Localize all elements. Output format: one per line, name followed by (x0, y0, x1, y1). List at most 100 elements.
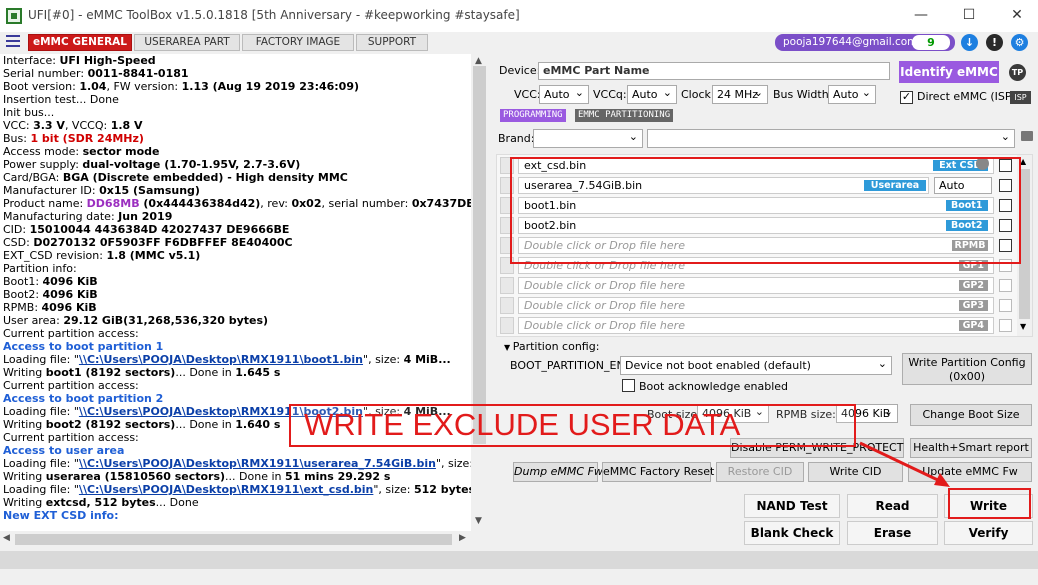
settings-gear-icon[interactable]: ⚙ (1011, 34, 1028, 51)
log-text: UFI High-Speed (59, 54, 156, 67)
vccq-label: VCCq: (593, 88, 627, 101)
boot-ack-label: Boot acknowledge enabled (639, 380, 788, 393)
emmc-factory-reset-button[interactable]: eMMC Factory Reset (602, 462, 714, 482)
log-horizontal-scrollbar[interactable]: ◀ ▶ (0, 531, 471, 548)
log-text: (0x444436384d42) (139, 197, 261, 210)
log-text: 15010044 4436384D 42027437 DE9666BE (29, 223, 290, 236)
brand-label: Brand: (498, 132, 535, 145)
subtab-emmc-partitioning[interactable]: EMMC PARTITIONING (575, 109, 674, 122)
log-text: Boot1: (3, 275, 43, 288)
log-line: Loading file: "\\C:\Users\POOJA\Desktop\… (3, 353, 471, 366)
log-text: CSD: (3, 236, 34, 249)
log-line: Product name: DD68MB (0x444436384d42), r… (3, 197, 471, 210)
log-line: Loading file: "\\C:\Users\POOJA\Desktop\… (3, 483, 471, 496)
vcc-select[interactable]: Auto (539, 84, 589, 104)
log-text: Manufacturer ID: (3, 184, 100, 197)
log-line: Loading file: "\\C:\Users\POOJA\Desktop\… (3, 457, 471, 470)
vcc-label: VCC: (514, 88, 541, 101)
log-file-link[interactable]: \\C:\Users\POOJA\Desktop\RMX1911\ext_csd… (79, 483, 373, 496)
boot-partition-select[interactable]: Device not boot enabled (default) (620, 355, 892, 375)
model-select[interactable] (647, 128, 1015, 148)
isp-icon[interactable]: ISP (1010, 91, 1031, 104)
bus-width-select[interactable]: Auto (828, 84, 876, 104)
nand-test-button[interactable]: NAND Test (744, 494, 840, 518)
tab-factory-image[interactable]: FACTORY IMAGE (242, 34, 354, 51)
log-text: D0270132 0F5903FF F6DBFFEF 8E40400C (33, 236, 293, 249)
boot-partition-label: BOOT_PARTITION_EN (510, 359, 625, 372)
log-line: Partition info: (3, 262, 471, 275)
log-text: Writing (3, 496, 46, 509)
status-bar (0, 551, 1038, 569)
partition-checkbox[interactable] (999, 319, 1012, 332)
direct-isp-checkbox[interactable]: ✓ (900, 91, 913, 104)
log-text: 0011-8841-0181 (87, 67, 189, 80)
verify-button[interactable]: Verify (944, 521, 1033, 545)
log-text: , VCCQ: (64, 119, 111, 132)
tab-support[interactable]: SUPPORT (356, 34, 428, 51)
info-icon[interactable]: ! (986, 34, 1003, 51)
log-text: 1.13 (Aug 19 2019 23:46:09) (181, 80, 360, 93)
device-name-field[interactable]: eMMC Part Name (538, 62, 890, 80)
clock-label: Clock: (681, 88, 715, 101)
blank-check-button[interactable]: Blank Check (744, 521, 840, 545)
log-text: BGA (Discrete embedded) - High density M… (62, 171, 348, 184)
log-text: ... Done (155, 496, 199, 509)
log-text: Current partition access: (3, 379, 139, 392)
log-text: Boot2: (3, 288, 43, 301)
log-line: Writing boot1 (8192 sectors)... Done in … (3, 366, 471, 379)
log-line: Serial number: 0011-8841-0181 (3, 67, 471, 80)
log-text: Loading file: " (3, 353, 79, 366)
log-file-link[interactable]: \\C:\Users\POOJA\Desktop\RMX1911\userare… (79, 457, 436, 470)
identify-emmc-button[interactable]: Identify eMMC (899, 61, 999, 83)
log-text: DD68MB (86, 197, 140, 210)
minimize-button[interactable]: — (898, 0, 944, 32)
brand-select[interactable] (533, 128, 643, 148)
partition-file-field[interactable]: Double click or Drop file here (518, 277, 994, 294)
dump-emmc-fw-button[interactable]: Dump eMMC Fw (513, 462, 603, 482)
vccq-select[interactable]: Auto (627, 84, 677, 104)
clock-select[interactable]: 24 MHz (712, 84, 768, 104)
log-text: Init bus... (3, 106, 55, 119)
change-boot-size-button[interactable]: Change Boot Size (910, 404, 1032, 426)
log-text: RPMB: (3, 301, 42, 314)
subtab-programming[interactable]: PROGRAMMING (500, 109, 566, 122)
bus-width-label: Bus Width: (773, 88, 833, 101)
log-text: , serial number: (321, 197, 412, 210)
read-button[interactable]: Read (847, 494, 938, 518)
partition-file-field[interactable]: Double click or Drop file here (518, 297, 994, 314)
partition-checkbox[interactable] (999, 279, 1012, 292)
log-text: 4096 KiB (42, 275, 98, 288)
log-vertical-scrollbar[interactable]: ▲ ▼ (471, 54, 488, 548)
window-title: UFI[#0] - eMMC ToolBox v1.5.0.1818 [5th … (28, 8, 520, 22)
tab-userarea-part[interactable]: USERAREA PART (134, 34, 240, 51)
log-text: ", size: (363, 353, 404, 366)
log-text: 1.640 s (235, 418, 281, 431)
tab-emmc-general[interactable]: eMMC GENERAL (28, 34, 132, 51)
partition-file-field[interactable]: Double click or Drop file here (518, 317, 994, 334)
restore-cid-button[interactable]: Restore CID (716, 462, 804, 482)
log-file-link[interactable]: \\C:\Users\POOJA\Desktop\RMX1911\boot1.b… (79, 353, 363, 366)
partition-checkbox[interactable] (999, 299, 1012, 312)
erase-button[interactable]: Erase (847, 521, 938, 545)
partition-file-name: Double click or Drop file here (524, 299, 685, 312)
menu-icon[interactable] (6, 35, 20, 48)
log-text: VCC: (3, 119, 34, 132)
log-text: Writing (3, 470, 46, 483)
download-icon[interactable]: ↓ (961, 34, 978, 51)
close-button[interactable]: ✕ (994, 0, 1038, 32)
log-line: User area: 29.12 GiB(31,268,536,320 byte… (3, 314, 471, 327)
log-text: New EXT CSD info: (3, 509, 119, 522)
log-line: Boot2: 4096 KiB (3, 288, 471, 301)
log-text: ", size: (373, 483, 414, 496)
partition-badge: GP4 (958, 320, 988, 331)
tp-icon[interactable]: TP (1009, 64, 1026, 81)
boot-ack-checkbox[interactable] (622, 379, 635, 392)
log-line: Manufacturer ID: 0x15 (Samsung) (3, 184, 471, 197)
log-line: Boot version: 1.04, FW version: 1.13 (Au… (3, 80, 471, 93)
folder-icon[interactable] (1021, 131, 1033, 141)
log-text: 1.8 V (110, 119, 143, 132)
partition-config-header: ▼ Partition config: (504, 340, 600, 353)
maximize-button[interactable]: ☐ (946, 0, 992, 32)
device-label: Device: (499, 64, 541, 77)
write-partition-config-button[interactable]: Write Partition Config (0x00) (902, 353, 1032, 385)
